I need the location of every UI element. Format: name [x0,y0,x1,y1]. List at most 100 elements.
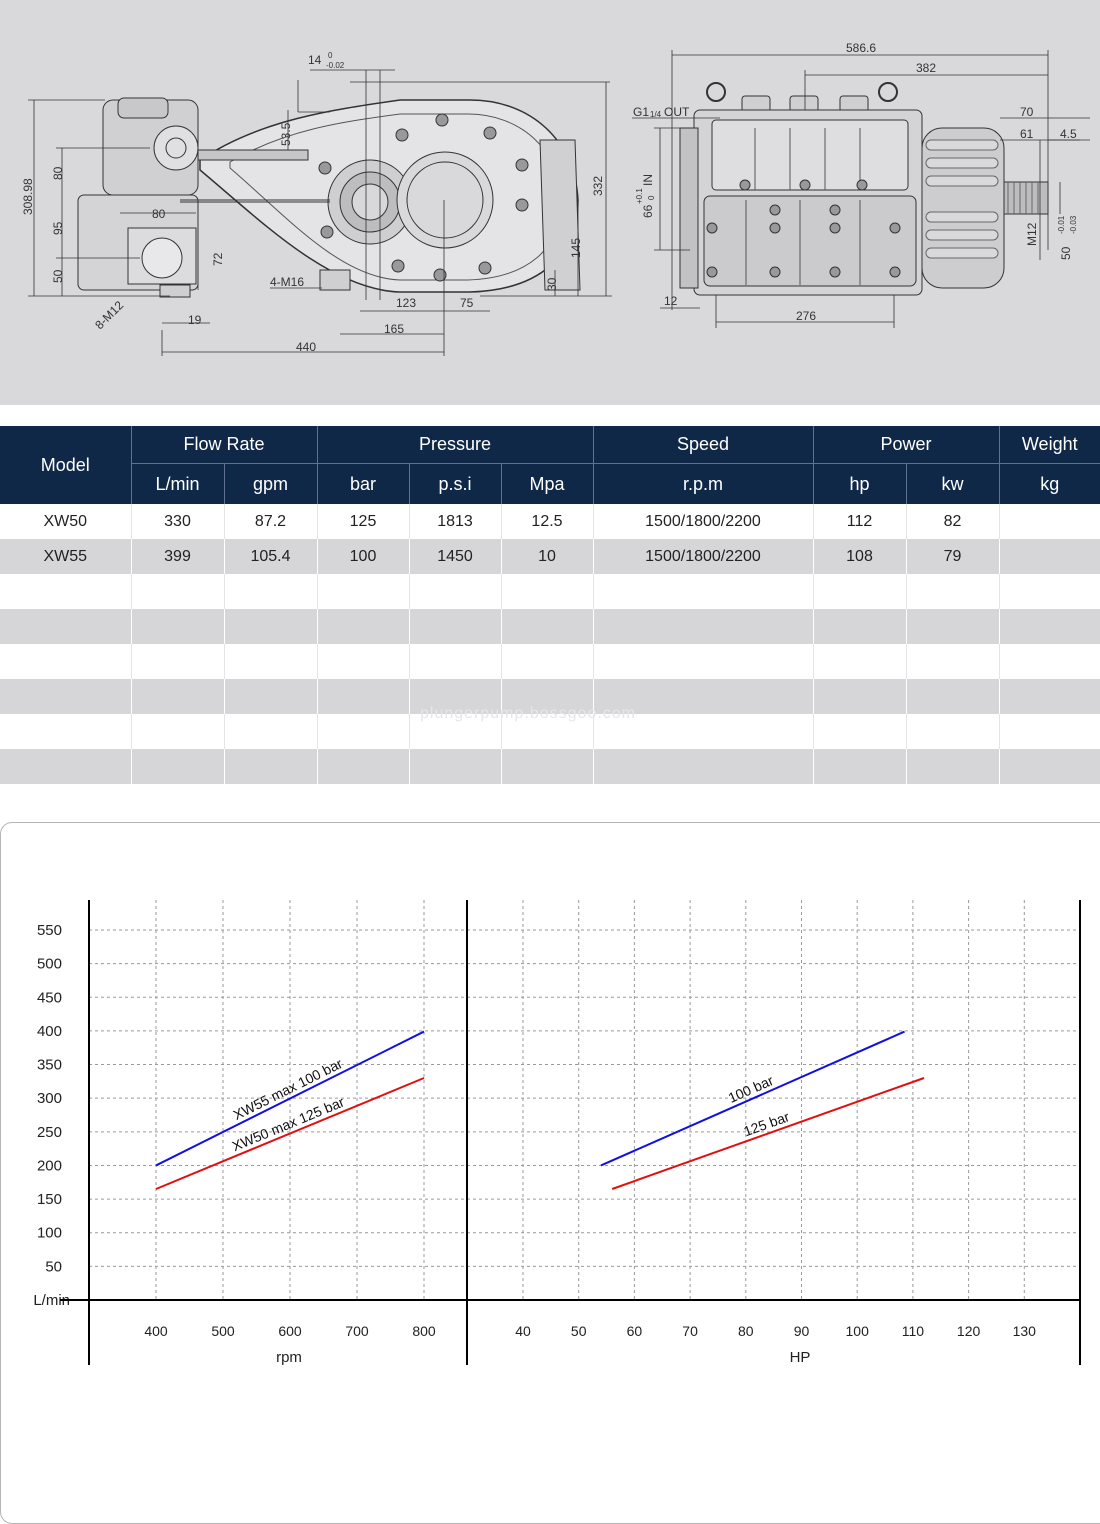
dim-in: IN [641,174,655,186]
table-cell: 82 [906,504,1000,539]
table-cell [813,574,907,609]
table-cell [317,574,410,609]
y-tick-label: 50 [45,1258,62,1275]
table-row [0,574,1100,609]
header-weight: Weight [999,426,1100,464]
dim-276: 276 [796,309,816,323]
dim-53-5: 53.5 [279,122,293,146]
table-cell [999,644,1100,679]
table-cell: 12.5 [501,504,594,539]
watermark: plungerpump.bossgoo.com [420,705,637,722]
header-model: Model [0,426,132,504]
table-cell: 399 [131,539,225,574]
x-tick-label: 130 [1013,1323,1037,1339]
y-tick-label: 500 [37,956,62,973]
x-tick-label: 700 [345,1323,369,1339]
table-cell: 87.2 [224,504,318,539]
x-axis-label: rpm [276,1349,302,1366]
table-cell [131,714,225,749]
table-cell [224,644,318,679]
dim-332: 332 [591,176,605,196]
dim-30: 30 [545,277,559,291]
table-cell [317,749,410,784]
table-cell [317,609,410,644]
table-cell-model [0,749,132,784]
dim-14-lower: -0.02 [326,61,345,70]
y-tick-label: 100 [37,1225,62,1242]
dim-70: 70 [1020,105,1034,119]
dim-8-m12: 8-M12 [92,298,126,332]
series-label: 100 bar [726,1072,776,1106]
dim-12: 12 [664,294,678,308]
table-cell: 100 [317,539,410,574]
dim-14: 14 [308,53,322,67]
x-tick-label: 50 [571,1323,587,1339]
table-row [0,749,1100,784]
pump-drawing: 14 0 -0.02 53.5 308.98 80 95 50 80 72 4-… [21,41,1090,356]
table-cell [999,539,1100,574]
table-cell [409,749,502,784]
header-flow-rate: Flow Rate [131,426,318,464]
table-cell [593,644,814,679]
table-cell [813,714,907,749]
table-cell [999,714,1100,749]
table-cell [317,679,410,714]
x-tick-label: 60 [627,1323,643,1339]
dim-66-upper: +0.1 [635,188,644,204]
dim-66-lower: 0 [647,195,656,200]
dim-145: 145 [569,238,583,258]
dim-50-lower: -0.03 [1069,215,1078,234]
y-tick-label: 200 [37,1157,62,1174]
header-pressure: Pressure [317,426,594,464]
table-cell-model [0,679,132,714]
dim-4-m16: 4-M16 [270,275,304,289]
dim-50-shaft: 50 [1059,246,1073,260]
header-power: Power [813,426,1000,464]
x-tick-label: 70 [682,1323,698,1339]
table-cell [224,679,318,714]
table-cell [813,679,907,714]
x-tick-label: 600 [278,1323,302,1339]
dim-586-6: 586.6 [846,41,876,55]
table-cell [906,644,1000,679]
table-row: XW55 399 105.4 100 1450 10 1500/1800/2200 108 79 [0,539,1100,574]
table-cell: 1500/1800/2200 [593,539,814,574]
y-tick-label: 550 [37,922,62,939]
dim-50: 50 [51,269,65,283]
table-cell: 330 [131,504,225,539]
dim-m12: M12 [1025,222,1039,246]
dim-66: 66 [641,204,655,218]
table-cell [131,749,225,784]
table-cell [813,644,907,679]
table-cell [409,574,502,609]
table-cell [224,714,318,749]
table-cell: 1500/1800/2200 [593,504,814,539]
dim-80-horiz: 80 [152,207,166,221]
x-tick-label: 90 [794,1323,810,1339]
unit-gpm: gpm [224,463,318,504]
table-cell [593,609,814,644]
table-cell [409,609,502,644]
table-row [0,644,1100,679]
x-tick-label: 110 [902,1323,925,1339]
technical-drawing-panel: 14 0 -0.02 53.5 308.98 80 95 50 80 72 4-… [0,0,1100,405]
unit-lmin: L/min [131,463,225,504]
dim-g1-frac: 1/4 [650,110,662,119]
dim-g1: G1 [633,105,649,119]
unit-kg: kg [999,463,1100,504]
table-cell-model [0,644,132,679]
dim-72: 72 [211,252,225,266]
dim-out: OUT [664,105,690,119]
table-cell-model: XW55 [0,539,132,574]
table-cell [813,609,907,644]
y-tick-label: 300 [37,1090,62,1107]
dim-19: 19 [188,313,202,327]
unit-rpm: r.p.m [593,463,814,504]
table-cell [593,574,814,609]
dim-308-98: 308.98 [21,178,35,215]
table-row: XW50 330 87.2 125 1813 12.5 1500/1800/2200 112 8… [0,504,1100,539]
dim-95: 95 [51,221,65,235]
y-tick-label: 400 [37,1023,62,1040]
table-cell: 108 [813,539,907,574]
x-axis-label: HP [790,1349,811,1366]
